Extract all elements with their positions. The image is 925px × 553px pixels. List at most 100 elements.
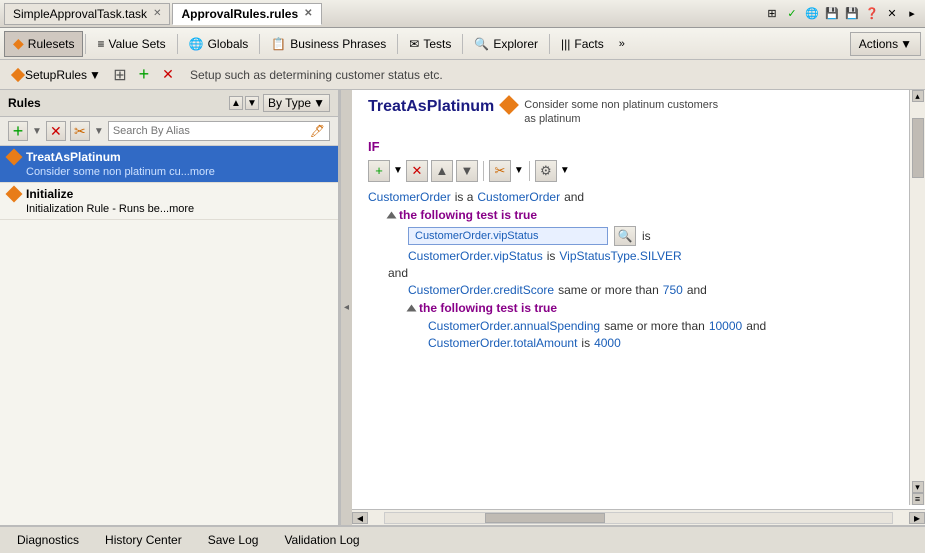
tab-simple-approval[interactable]: SimpleApprovalTask.task ✕	[4, 3, 170, 25]
condition-cut-button[interactable]: ✂	[489, 160, 511, 182]
cond-creditscore-val: 750	[663, 283, 683, 297]
rule-editor-meta: TreatAsPlatinum	[368, 98, 494, 116]
cond-is-op: is	[642, 229, 651, 243]
rules-title: Rules	[8, 96, 41, 110]
menu-tests[interactable]: ✉ Tests	[400, 31, 460, 57]
value-sets-icon: ≡	[97, 37, 104, 51]
rules-list: TreatAsPlatinum Consider some non platin…	[0, 146, 338, 525]
menu-value-sets[interactable]: ≡ Value Sets	[88, 31, 174, 57]
scroll-down-button[interactable]: ▾	[912, 481, 924, 493]
condition-settings-button[interactable]: ⚙	[535, 160, 557, 182]
scroll-thumb[interactable]	[485, 513, 605, 523]
rule-header-initialize: Initialize	[8, 187, 330, 201]
cond-and-3: and	[687, 283, 707, 297]
actions-button[interactable]: Actions ▼	[850, 32, 921, 56]
condition-add-arrow[interactable]: ▼	[393, 165, 403, 176]
main-content: Rules ▲ ▼ By Type ▼ + ▼ ✕ ✂ ▼ 🖊	[0, 90, 925, 525]
grid-icon[interactable]: ⊞	[763, 5, 781, 23]
explorer-icon: 🔍	[474, 37, 489, 51]
rule-editor-description: Consider some non platinum customers as …	[524, 98, 724, 127]
rules-add-arrow[interactable]: ▼	[32, 126, 42, 137]
close-icon[interactable]: ✕	[883, 5, 901, 23]
scroll-handle-icon[interactable]: ≡	[912, 493, 924, 505]
toolbar-description: Setup such as determining customer statu…	[190, 68, 443, 82]
business-phrases-icon: 📋	[271, 37, 286, 51]
facts-icon: |||	[561, 37, 570, 51]
rule-diamond-initialize	[6, 186, 23, 203]
condition-add-button[interactable]: +	[368, 160, 390, 182]
menu-more[interactable]: »	[613, 34, 631, 54]
search-input[interactable]	[113, 125, 308, 137]
rule-desc-initialize: Initialization Rule - Runs be...more	[8, 203, 330, 215]
panel-resize-handle[interactable]: ◂	[340, 90, 352, 525]
condition-down-button[interactable]: ▼	[456, 160, 478, 182]
globe-icon[interactable]: 🌐	[803, 5, 821, 23]
title-bar: SimpleApprovalTask.task ✕ ApprovalRules.…	[0, 0, 925, 28]
tab-close-rules[interactable]: ✕	[304, 8, 312, 19]
sort-asc-icon[interactable]: ▲	[229, 96, 243, 110]
save-icon[interactable]: 💾	[823, 5, 841, 23]
menu-icon[interactable]: ▸	[903, 5, 921, 23]
help-icon[interactable]: ❓	[863, 5, 881, 23]
rule-editor: TreatAsPlatinum Consider some non platin…	[352, 90, 925, 509]
btab-validation-log[interactable]: Validation Log	[271, 529, 372, 551]
rule-item-treat-as-platinum[interactable]: TreatAsPlatinum Consider some non platin…	[0, 146, 338, 183]
rules-cut-button[interactable]: ✂	[70, 121, 90, 141]
main-toolbar: SetupRules ▼ ⊞ + ✕ Setup such as determi…	[0, 60, 925, 90]
cond-totalamount-is: is	[581, 336, 590, 350]
menu-facts[interactable]: ||| Facts	[552, 31, 613, 57]
btab-save-log[interactable]: Save Log	[195, 529, 272, 551]
menu-business-phrases[interactable]: 📋 Business Phrases	[262, 31, 395, 57]
scroll-left-button[interactable]: ◂	[352, 512, 368, 524]
condition-settings-arrow[interactable]: ▼	[560, 165, 570, 176]
search-clear-icon[interactable]: 🖊	[310, 124, 325, 138]
rule-item-initialize[interactable]: Initialize Initialization Rule - Runs be…	[0, 183, 338, 220]
condition-vipstatus: CustomerOrder.vipStatus is VipStatusType…	[368, 249, 901, 263]
horizontal-scrollbar[interactable]: ◂ ▸	[352, 509, 925, 525]
sort-icons: ▲ ▼	[229, 96, 259, 110]
rules-add-button[interactable]: +	[8, 121, 28, 141]
toolbar-divider	[483, 161, 484, 181]
search-box[interactable]: 🖊	[108, 121, 330, 141]
tab-approval-rules[interactable]: ApprovalRules.rules ✕	[172, 3, 321, 25]
by-type-label: By Type	[268, 96, 311, 110]
condition-cut-arrow[interactable]: ▼	[514, 165, 524, 176]
save2-icon[interactable]: 💾	[843, 5, 861, 23]
vip-search-button[interactable]: 🔍	[614, 226, 636, 246]
btab-diagnostics-label: Diagnostics	[17, 533, 79, 547]
check-icon[interactable]: ✓	[783, 5, 801, 23]
sort-desc-icon[interactable]: ▼	[245, 96, 259, 110]
setup-dropdown-arrow: ▼	[89, 68, 101, 82]
by-type-button[interactable]: By Type ▼	[263, 94, 330, 112]
condition-and-2: and	[368, 266, 901, 280]
condition-remove-button[interactable]: ✕	[406, 160, 428, 182]
btab-diagnostics[interactable]: Diagnostics	[4, 529, 92, 551]
toolbar-remove-button[interactable]: ✕	[158, 65, 178, 85]
collapse-2-icon[interactable]	[407, 304, 417, 311]
rules-cut-arrow[interactable]: ▼	[94, 126, 104, 137]
condition-up-button[interactable]: ▲	[431, 160, 453, 182]
scroll-vthumb[interactable]	[912, 118, 924, 178]
following-test-1-label: the following test is true	[399, 208, 537, 222]
cond-is-a: is a	[455, 190, 474, 204]
tab-close-simple[interactable]: ✕	[153, 8, 161, 19]
btab-history-center[interactable]: History Center	[92, 529, 195, 551]
vip-status-input[interactable]	[408, 227, 608, 245]
menu-explorer[interactable]: 🔍 Explorer	[465, 31, 547, 57]
right-panel: TreatAsPlatinum Consider some non platin…	[352, 90, 925, 525]
setup-rules-button[interactable]: SetupRules ▼	[8, 65, 106, 85]
btab-savelog-label: Save Log	[208, 533, 259, 547]
tab-label-simple: SimpleApprovalTask.task	[13, 7, 147, 21]
collapse-1-icon[interactable]	[387, 211, 397, 218]
rules-delete-button[interactable]: ✕	[46, 121, 66, 141]
menu-rulesets[interactable]: ◆ Rulesets	[4, 31, 83, 57]
menu-globals[interactable]: 🌐 Globals	[180, 31, 258, 57]
rule-name-initialize: Initialize	[26, 187, 73, 201]
following-test-1: the following test is true	[368, 208, 901, 222]
scroll-up-button[interactable]: ▴	[912, 90, 924, 102]
toolbar-table-icon[interactable]: ⊞	[110, 65, 130, 85]
vertical-scrollbar[interactable]: ▴ ▾ ≡	[909, 90, 925, 505]
menu-value-sets-label: Value Sets	[108, 37, 165, 51]
scroll-right-button[interactable]: ▸	[909, 512, 925, 524]
toolbar-add-button[interactable]: +	[134, 65, 154, 85]
